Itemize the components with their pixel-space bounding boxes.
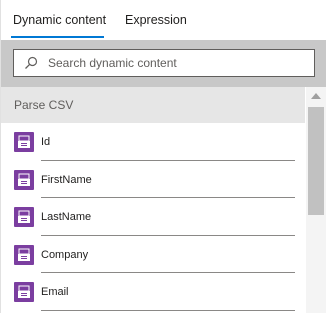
tab-expression[interactable]: Expression [125,13,187,27]
divider [41,309,295,311]
list-item-id[interactable]: Id [1,123,305,161]
dynamic-content-list: Id FirstName LastName Company Email [1,123,305,313]
data-operation-icon [14,132,34,152]
data-operation-icon [14,169,34,190]
active-tab-indicator [11,36,104,38]
list-item-label: Email [41,286,69,298]
tab-dynamic-content[interactable]: Dynamic content [13,13,106,27]
list-item-lastname[interactable]: LastName [1,198,305,236]
section-header-parse-csv[interactable]: Parse CSV [1,87,305,123]
search-area [1,40,326,87]
scroll-up-arrow-icon[interactable] [311,93,321,99]
list-item-firstname[interactable]: FirstName [1,161,305,198]
tab-bar: Dynamic content Expression [1,0,326,40]
vertical-scrollbar[interactable] [306,87,326,313]
data-operation-icon [14,207,34,227]
list-item-email[interactable]: Email [1,273,305,311]
search-input[interactable] [48,50,308,76]
data-operation-icon [14,244,34,265]
list-item-company[interactable]: Company [1,236,305,273]
list-item-label: Id [41,136,51,148]
section-title: Parse CSV [14,98,74,112]
list-item-label: LastName [41,211,92,223]
search-icon [24,56,38,70]
list-item-label: Company [41,248,89,261]
list-item-label: FirstName [41,173,92,186]
dynamic-content-panel: Dynamic content Expression Parse CSV [0,0,326,313]
search-box[interactable] [13,49,315,77]
data-operation-icon [14,282,34,302]
scrollbar-thumb[interactable] [308,107,324,215]
